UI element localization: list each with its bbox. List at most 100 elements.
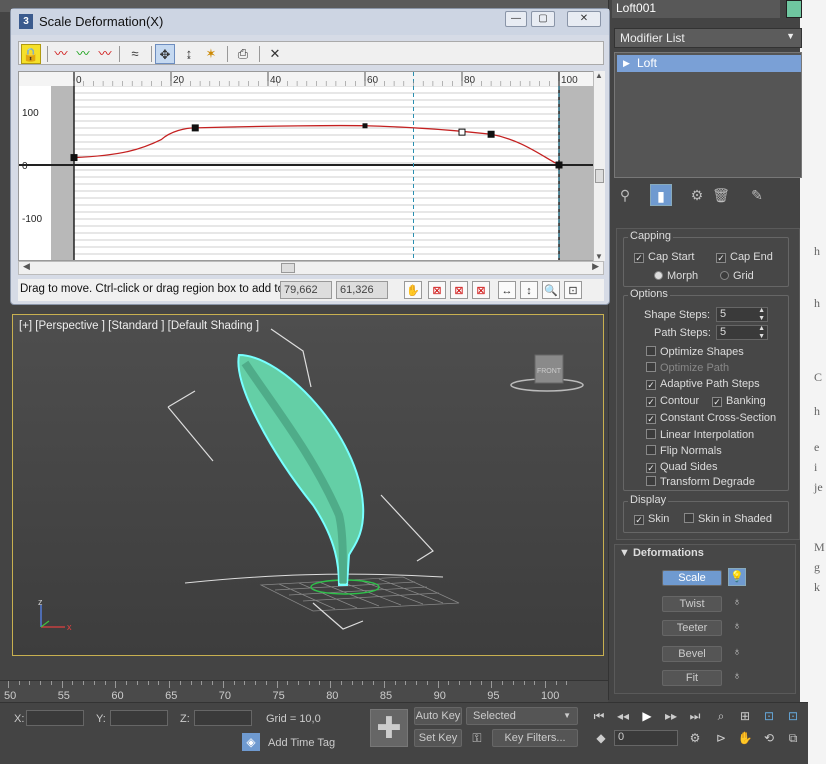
- display-xy-axes-icon[interactable]: 〰: [95, 44, 115, 64]
- bulb-icon[interactable]: ♁: [730, 668, 744, 684]
- control-point[interactable]: [191, 124, 199, 132]
- deformations-header[interactable]: ▼ Deformations: [619, 547, 704, 559]
- skin-checkbox[interactable]: ✓ Skin: [634, 513, 669, 525]
- stack-item-loft[interactable]: ▶ Loft: [617, 55, 801, 72]
- zoom-icon[interactable]: ⌕: [712, 707, 730, 725]
- pan-hand-icon[interactable]: ✋: [736, 729, 754, 747]
- key-mode-icon[interactable]: ⚿: [468, 729, 486, 747]
- path-steps-spinner[interactable]: 5 ▲ ▼: [716, 325, 768, 340]
- set-key-plus-icon[interactable]: ✚: [370, 709, 408, 747]
- adaptive-path-steps-checkbox[interactable]: ✓ Adaptive Path Steps: [646, 378, 760, 390]
- bulb-icon[interactable]: ♁: [730, 618, 744, 634]
- display-y-axis-icon[interactable]: 〰: [73, 44, 93, 64]
- linear-interpolation-checkbox[interactable]: Linear Interpolation: [646, 429, 754, 441]
- modifier-list-dropdown[interactable]: Modifier List ▼: [614, 28, 802, 48]
- zoom-region-icon[interactable]: ⊡: [564, 281, 582, 299]
- control-point[interactable]: [458, 128, 466, 136]
- x-coord-field[interactable]: [26, 710, 84, 726]
- next-frame-icon[interactable]: ▸▸: [662, 707, 680, 725]
- z-coord-field[interactable]: [194, 710, 252, 726]
- contour-checkbox[interactable]: ✓ Contour: [646, 395, 699, 407]
- zoom-vertical-extents-icon[interactable]: ⊠: [472, 281, 490, 299]
- scale-deformation-button[interactable]: Scale: [662, 570, 722, 586]
- control-point[interactable]: [487, 130, 495, 138]
- pin-stack-icon[interactable]: ⚲: [614, 184, 636, 206]
- pan-hand-icon[interactable]: ✋: [404, 281, 422, 299]
- zoom-vertically-icon[interactable]: ↕: [520, 281, 538, 299]
- add-time-tag-label[interactable]: Add Time Tag: [268, 737, 335, 749]
- remove-modifier-icon[interactable]: 🗑: [710, 184, 732, 206]
- twist-deformation-button[interactable]: Twist: [662, 596, 722, 612]
- go-to-end-icon[interactable]: ⏭: [686, 707, 704, 725]
- maximize-viewport-icon[interactable]: ⧉: [784, 729, 802, 747]
- viewcube[interactable]: FRONT: [510, 354, 584, 392]
- grid-radio[interactable]: Grid: [720, 270, 754, 282]
- scale-control-point-icon[interactable]: ↨: [179, 44, 199, 64]
- cap-end-checkbox[interactable]: ✓ Cap End: [716, 251, 773, 263]
- morph-radio[interactable]: Morph: [654, 270, 698, 282]
- teeter-deformation-button[interactable]: Teeter: [662, 620, 722, 636]
- key-filters-button[interactable]: Key Filters...: [492, 729, 578, 747]
- optimize-shapes-checkbox[interactable]: Optimize Shapes: [646, 346, 744, 358]
- reset-curve-icon[interactable]: ✕: [265, 44, 285, 64]
- show-end-result-icon[interactable]: ▮: [650, 184, 672, 206]
- spinner-arrows-icon[interactable]: ▲ ▼: [758, 325, 765, 341]
- banking-checkbox[interactable]: ✓ Banking: [712, 395, 766, 407]
- move-control-point-icon[interactable]: ✥: [155, 44, 175, 64]
- bulb-icon[interactable]: ♁: [730, 594, 744, 610]
- time-tag-icon[interactable]: ◈: [242, 733, 260, 751]
- object-name-field[interactable]: Loft001: [612, 0, 780, 18]
- zoom-horizontally-icon[interactable]: ↔: [498, 281, 516, 299]
- vertical-scrollbar-thumb[interactable]: [595, 169, 604, 183]
- point-y-value[interactable]: 61,326: [336, 281, 388, 299]
- swap-curves-icon[interactable]: ≈: [125, 44, 145, 64]
- modifier-stack[interactable]: ▶ Loft: [614, 52, 802, 178]
- object-color-swatch[interactable]: [786, 0, 802, 18]
- previous-frame-icon[interactable]: ◂◂: [614, 707, 632, 725]
- control-point[interactable]: [555, 161, 563, 169]
- zoom-horizontal-extents-icon[interactable]: ⊠: [450, 281, 468, 299]
- control-point[interactable]: [70, 154, 78, 162]
- zoom-extents-icon[interactable]: ⊡: [760, 707, 778, 725]
- insert-corner-point-icon[interactable]: ✶: [201, 44, 221, 64]
- scroll-down-icon[interactable]: ▼: [595, 252, 603, 261]
- point-x-value[interactable]: 79,662: [280, 281, 332, 299]
- display-x-axis-icon[interactable]: 〰: [51, 44, 71, 64]
- key-selection-dropdown[interactable]: Selected ▼: [466, 707, 578, 725]
- y-coord-field[interactable]: [110, 710, 168, 726]
- scroll-left-icon[interactable]: ◀: [23, 261, 30, 272]
- spinner-arrows-icon[interactable]: ▲ ▼: [758, 307, 765, 323]
- play-icon[interactable]: ▶: [638, 707, 656, 725]
- skin-in-shaded-checkbox[interactable]: Skin in Shaded: [684, 513, 772, 525]
- flip-normals-checkbox[interactable]: Flip Normals: [646, 445, 722, 457]
- go-to-start-icon[interactable]: ⏮: [590, 707, 608, 725]
- time-configuration-icon[interactable]: ⚙: [686, 729, 704, 747]
- make-unique-icon[interactable]: ⚙: [686, 184, 708, 206]
- perspective-viewport[interactable]: [+] [Perspective ] [Standard ] [Default …: [12, 314, 604, 656]
- transform-degrade-checkbox[interactable]: Transform Degrade: [646, 476, 755, 488]
- expand-triangle-icon[interactable]: ▶: [623, 58, 630, 69]
- shape-steps-spinner[interactable]: 5 ▲ ▼: [716, 307, 768, 322]
- bevel-deformation-button[interactable]: Bevel: [662, 646, 722, 662]
- deformation-curve-plot[interactable]: 0 20 40 60 80 100 100 0 -100: [19, 72, 604, 261]
- maximize-button[interactable]: ▢: [531, 11, 555, 27]
- field-of-view-icon[interactable]: ⊳: [712, 729, 730, 747]
- horizontal-scrollbar[interactable]: ◀ ▶: [18, 261, 604, 275]
- timeline-ruler[interactable]: 50 55 60 65 70 75 80 85 90 95 100: [0, 680, 608, 702]
- scrollbar-thumb[interactable]: [281, 263, 295, 273]
- zoom-extents-icon[interactable]: ⊠: [428, 281, 446, 299]
- configure-sets-icon[interactable]: ✎: [746, 184, 768, 206]
- scroll-up-icon[interactable]: ▲: [595, 71, 603, 80]
- zoom-icon[interactable]: 🔍: [542, 281, 560, 299]
- orbit-icon[interactable]: ⟲: [760, 729, 778, 747]
- quad-sides-checkbox[interactable]: ✓ Quad Sides: [646, 461, 717, 473]
- key-mode-toggle-icon[interactable]: ◆: [592, 729, 610, 747]
- delete-control-point-icon[interactable]: ⎙: [233, 44, 253, 64]
- current-frame-field[interactable]: 0: [614, 730, 678, 746]
- set-key-button[interactable]: Set Key: [414, 729, 462, 747]
- auto-key-button[interactable]: Auto Key: [414, 707, 462, 725]
- zoom-extents-all-icon[interactable]: ⊡: [784, 707, 802, 725]
- scroll-right-icon[interactable]: ▶: [592, 261, 599, 272]
- deformation-graph[interactable]: 0 20 40 60 80 100 100 0 -100: [18, 71, 604, 261]
- constant-cross-section-checkbox[interactable]: ✓ Constant Cross-Section: [646, 412, 776, 424]
